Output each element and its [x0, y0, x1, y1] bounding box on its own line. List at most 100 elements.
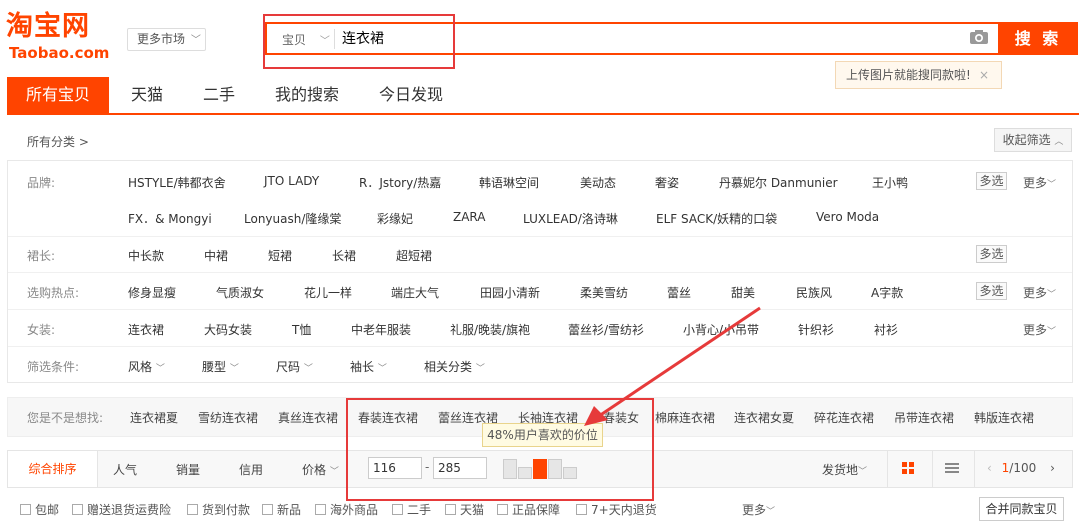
brand-item[interactable]: R．Jstory/热嘉 [359, 174, 441, 191]
cash-on-delivery-checkbox[interactable]: 货到付款 [187, 501, 250, 518]
women-more-link[interactable]: 更多﹀ [1023, 321, 1056, 338]
suggestion-item[interactable]: 碎花连衣裙 [814, 409, 874, 426]
length-multi-select-button[interactable]: 多选 [976, 245, 1007, 263]
checkbox[interactable] [445, 504, 456, 515]
tab-all-items[interactable]: 所有宝贝 [7, 77, 109, 113]
ship-from-dropdown[interactable]: 发货地﹀ [822, 461, 867, 478]
brand-item[interactable]: ELF SACK/妖精的口袋 [656, 210, 777, 227]
hot-item[interactable]: 气质淑女 [216, 284, 264, 301]
grid-view-icon[interactable] [901, 461, 915, 475]
tab-tmall[interactable]: 天猫 [131, 77, 163, 113]
merge-same-items-button[interactable]: 合并同款宝贝 [979, 497, 1064, 521]
skirt-length-item[interactable]: 中长款 [128, 247, 164, 264]
checkbox[interactable] [72, 504, 83, 515]
checkbox[interactable] [576, 504, 587, 515]
new-item-checkbox[interactable]: 新品 [262, 501, 301, 518]
hot-more-link[interactable]: 更多﹀ [1023, 284, 1056, 301]
womenswear-item[interactable]: 中老年服装 [351, 321, 411, 338]
sort-popularity[interactable]: 人气 [113, 461, 137, 478]
checkbox[interactable] [262, 504, 273, 515]
taobao-logo[interactable]: 淘宝网 [6, 12, 90, 42]
hot-item[interactable]: 蕾丝 [667, 284, 691, 301]
overseas-checkbox[interactable]: 海外商品 [315, 501, 378, 518]
brand-item[interactable]: 王小鸭 [872, 174, 908, 191]
hot-item[interactable]: 修身显瘦 [128, 284, 176, 301]
all-categories-link[interactable]: 所有分类 > [27, 133, 89, 150]
close-icon[interactable]: × [979, 62, 989, 88]
womenswear-item[interactable]: 连衣裙 [128, 321, 164, 338]
chevron-down-icon: ﹀ [303, 364, 313, 374]
brand-item[interactable]: HSTYLE/韩都衣舍 [128, 174, 226, 191]
brand-multi-select-button[interactable]: 多选 [976, 172, 1007, 190]
womenswear-item[interactable]: 礼服/晚装/旗袍 [450, 321, 530, 338]
second-hand-checkbox[interactable]: 二手 [392, 501, 431, 518]
related-category-dropdown[interactable]: 相关分类 ﹀ [424, 358, 485, 375]
style-dropdown[interactable]: 风格 ﹀ [128, 358, 165, 375]
view-divider [974, 451, 975, 487]
brand-item[interactable]: 彩缘妃 [377, 210, 413, 227]
genuine-checkbox[interactable]: 正品保障 [497, 501, 560, 518]
suggestion-item[interactable]: 真丝连衣裙 [278, 409, 338, 426]
hot-label: 选购热点: [27, 286, 80, 300]
womenswear-item[interactable]: 衬衫 [874, 321, 898, 338]
brand-item[interactable]: 丹慕妮尔 Danmunier [719, 174, 838, 191]
checkbox[interactable] [392, 504, 403, 515]
camera-icon[interactable] [969, 29, 989, 45]
checkbox[interactable] [497, 504, 508, 515]
list-view-icon[interactable] [944, 461, 960, 475]
tmall-checkbox[interactable]: 天猫 [445, 501, 484, 518]
suggestion-item[interactable]: 连衣裙夏 [130, 409, 178, 426]
brand-item[interactable]: LUXLEAD/洛诗琳 [523, 210, 618, 227]
tab-today-discover[interactable]: 今日发现 [379, 77, 443, 113]
collapse-filter-button[interactable]: 收起筛选 ︿ [994, 128, 1072, 152]
hot-item[interactable]: 田园小清新 [480, 284, 540, 301]
skirt-length-item[interactable]: 短裙 [268, 247, 292, 264]
hot-item[interactable]: 花儿一样 [304, 284, 352, 301]
sort-sales[interactable]: 销量 [176, 461, 200, 478]
free-shipping-checkbox[interactable]: 包邮 [20, 501, 59, 518]
hot-item[interactable]: 端庄大气 [391, 284, 439, 301]
hot-item[interactable]: 民族风 [796, 284, 832, 301]
brand-item[interactable]: JTO LADY [264, 174, 319, 188]
sleeve-dropdown[interactable]: 袖长 ﹀ [350, 358, 387, 375]
sort-credit[interactable]: 信用 [239, 461, 263, 478]
skirt-length-item[interactable]: 长裙 [332, 247, 356, 264]
size-dropdown[interactable]: 尺码 ﹀ [276, 358, 313, 375]
brand-item[interactable]: 韩语琳空间 [479, 174, 539, 191]
brand-item[interactable]: Lonyuash/隆缘棠 [244, 210, 341, 227]
brand-item[interactable]: 美动态 [580, 174, 616, 191]
checkbox[interactable] [315, 504, 326, 515]
brand-item[interactable]: Vero Moda [816, 210, 879, 224]
womenswear-item[interactable]: T恤 [292, 321, 311, 338]
womenswear-item[interactable]: 大码女装 [204, 321, 252, 338]
prev-page-icon[interactable]: ‹ [987, 461, 992, 475]
hot-multi-select-button[interactable]: 多选 [976, 282, 1007, 300]
hot-item[interactable]: A字款 [871, 284, 903, 301]
suggestion-item[interactable]: 雪纺连衣裙 [198, 409, 258, 426]
tab-second-hand[interactable]: 二手 [203, 77, 235, 113]
more-checks-link[interactable]: 更多﹀ [742, 501, 775, 518]
skirt-length-item[interactable]: 超短裙 [396, 247, 432, 264]
checkbox[interactable] [20, 504, 31, 515]
brand-item[interactable]: 奢姿 [655, 174, 679, 191]
suggestion-item[interactable]: 吊带连衣裙 [894, 409, 954, 426]
tab-my-search[interactable]: 我的搜索 [275, 77, 339, 113]
taobao-logo-en[interactable]: Taobao.com [9, 44, 109, 62]
next-page-icon[interactable]: › [1050, 461, 1055, 475]
skirt-length-item[interactable]: 中裙 [204, 247, 228, 264]
more-market-dropdown[interactable]: 更多市场 ﹀ [127, 28, 206, 51]
checkbox[interactable] [187, 504, 198, 515]
search-button[interactable]: 搜 索 [998, 22, 1078, 55]
hot-item[interactable]: 甜美 [731, 284, 755, 301]
brand-more-link[interactable]: 更多﹀ [1023, 174, 1056, 191]
waist-dropdown[interactable]: 腰型 ﹀ [202, 358, 239, 375]
seven-day-return-checkbox[interactable]: 7+天内退货 [576, 501, 657, 518]
hot-item[interactable]: 柔美雪纺 [580, 284, 628, 301]
suggestion-item[interactable]: 韩版连衣裙 [974, 409, 1034, 426]
sort-default[interactable]: 综合排序 [8, 451, 98, 487]
brand-item[interactable]: ZARA [453, 210, 486, 224]
return-insurance-checkbox[interactable]: 赠送退货运费险 [72, 501, 171, 518]
womenswear-item[interactable]: 针织衫 [798, 321, 834, 338]
brand-item[interactable]: FX．& Mongyi [128, 210, 212, 227]
sort-price[interactable]: 价格 ﹀ [302, 461, 339, 478]
